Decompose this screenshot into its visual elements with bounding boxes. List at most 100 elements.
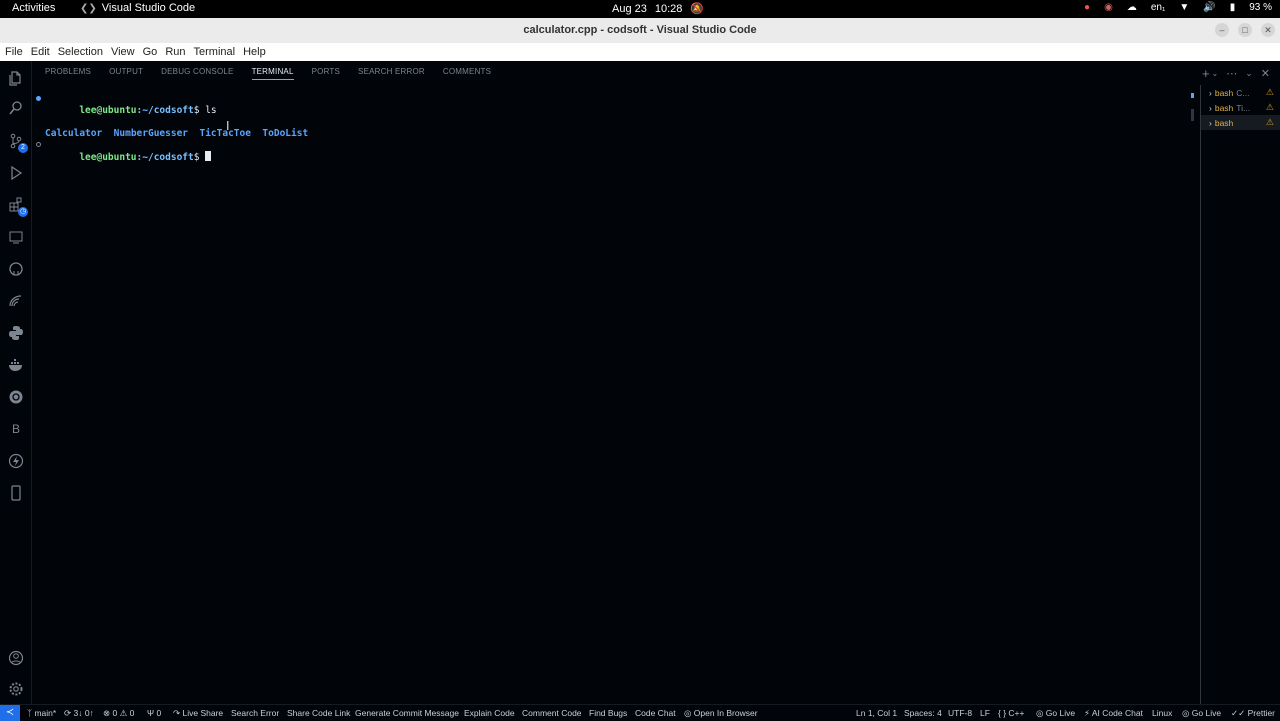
menu-edit[interactable]: Edit xyxy=(31,46,50,58)
terminal-list-item[interactable]: › bash C... ⚠ xyxy=(1201,85,1280,100)
dir-entry: NumberGuesser xyxy=(113,127,189,139)
indentation[interactable]: Spaces: 4 xyxy=(904,708,942,718)
problems-indicator[interactable]: ⊗ 0 ⚠ 0 xyxy=(103,708,134,719)
menu-help[interactable]: Help xyxy=(243,46,266,58)
generate-commit-button[interactable]: Generate Commit Message xyxy=(355,708,459,718)
terminal-list-item-active[interactable]: › bash ⚠ xyxy=(1201,115,1280,130)
menu-go[interactable]: Go xyxy=(143,46,158,58)
terminal-list-item[interactable]: › bash Ti... ⚠ xyxy=(1201,100,1280,115)
remote-explorer-icon[interactable] xyxy=(7,228,25,246)
activities-button[interactable]: Activities xyxy=(12,2,55,14)
terminal-dropdown-icon[interactable]: ⌄ xyxy=(1212,69,1219,78)
ai-code-chat-button[interactable]: ⚡ AI Code Chat xyxy=(1084,708,1143,719)
menu-run[interactable]: Run xyxy=(165,46,185,58)
docker-icon[interactable] xyxy=(7,356,25,374)
screen-record-icon[interactable]: ● xyxy=(1084,2,1090,13)
time: 10:28 xyxy=(654,2,683,15)
battery-icon[interactable]: ▮ xyxy=(1230,2,1236,13)
command-pending-icon[interactable] xyxy=(36,142,41,147)
b-extension-icon[interactable]: B xyxy=(7,420,25,438)
remote-indicator-icon[interactable]: ≺ xyxy=(0,705,20,721)
lightning-icon[interactable] xyxy=(7,452,25,470)
line-ending[interactable]: LF xyxy=(980,708,990,718)
live-share-button[interactable]: ↷ Live Share xyxy=(173,708,223,719)
tab-output[interactable]: OUTPUT xyxy=(109,67,143,80)
code-chat-button[interactable]: Code Chat xyxy=(635,708,676,718)
tab-comments[interactable]: COMMENTS xyxy=(443,67,491,80)
search-error-button[interactable]: Search Error xyxy=(231,708,279,718)
tab-debug-console[interactable]: DEBUG CONSOLE xyxy=(161,67,233,80)
go-live-button-2[interactable]: ◎ Go Live xyxy=(1182,708,1221,719)
terminal-icon: › xyxy=(1209,87,1212,98)
system-tray[interactable]: ● ◉ ☁ en₁ ▼ 🔊 ▮ 93 % xyxy=(1084,2,1272,13)
source-control-icon[interactable]: 2 xyxy=(7,132,28,153)
menu-terminal[interactable]: Terminal xyxy=(194,46,236,58)
tab-problems[interactable]: PROBLEMS xyxy=(45,67,91,80)
os-indicator[interactable]: Linux xyxy=(1152,708,1172,718)
account-icon[interactable] xyxy=(7,649,25,667)
scm-badge: 2 xyxy=(18,143,28,153)
search-icon[interactable] xyxy=(7,99,25,117)
github-icon[interactable] xyxy=(7,260,25,278)
find-bugs-button[interactable]: Find Bugs xyxy=(589,708,627,718)
maximize-panel-icon[interactable]: ⌄ xyxy=(1245,68,1253,79)
menu-bar: File Edit Selection View Go Run Terminal… xyxy=(0,43,1280,61)
prompt-suffix: $ xyxy=(193,104,206,116)
open-in-browser-button[interactable]: ◎ Open In Browser xyxy=(684,708,758,719)
share-code-link-button[interactable]: Share Code Link xyxy=(287,708,350,718)
tab-terminal[interactable]: TERMINAL xyxy=(251,67,294,80)
tab-search-error[interactable]: SEARCH ERROR xyxy=(358,67,425,80)
menu-selection[interactable]: Selection xyxy=(58,46,103,58)
prettier-button[interactable]: ✓✓ Prettier xyxy=(1231,708,1275,719)
scroll-marker xyxy=(1191,93,1194,98)
language-mode[interactable]: { } C++ xyxy=(998,708,1024,718)
discord-icon[interactable]: ◉ xyxy=(1104,2,1113,13)
command-text: ls xyxy=(205,104,217,116)
terminal-list: › bash C... ⚠ › bash Ti... ⚠ › bash ⚠ xyxy=(1200,85,1280,704)
comment-code-button[interactable]: Comment Code xyxy=(522,708,582,718)
prompt-path: :~/codsoft xyxy=(136,151,194,163)
go-live-label: Go Live xyxy=(1191,708,1222,718)
terminal-output[interactable]: lee@ubuntu:~/codsoft$ ls Calculator Numb… xyxy=(36,93,1186,175)
terminal-line: lee@ubuntu:~/codsoft$ ls xyxy=(36,93,1186,128)
command-success-icon[interactable] xyxy=(36,96,41,101)
extensions-icon[interactable]: ◷ xyxy=(7,196,28,217)
branch-indicator[interactable]: ᛉ main* xyxy=(27,708,56,718)
run-debug-icon[interactable] xyxy=(7,164,25,182)
clock[interactable]: Aug 23 10:28 🔕 xyxy=(612,2,704,16)
mobile-device-icon[interactable] xyxy=(7,484,25,502)
close-panel-icon[interactable]: ✕ xyxy=(1261,67,1270,80)
scrollbar-thumb[interactable] xyxy=(1191,109,1194,121)
maximize-button[interactable]: □ xyxy=(1238,23,1252,37)
explorer-icon[interactable] xyxy=(7,69,25,87)
error-count: 0 xyxy=(112,708,118,718)
menu-file[interactable]: File xyxy=(5,46,23,58)
cloud-icon[interactable]: ☁ xyxy=(1127,2,1137,13)
ai-code-chat-label: AI Code Chat xyxy=(1091,708,1143,718)
cursor-position[interactable]: Ln 1, Col 1 xyxy=(856,708,897,718)
sync-indicator[interactable]: ⟳ 3↓ 0↑ xyxy=(64,708,94,719)
language-indicator[interactable]: en₁ xyxy=(1151,2,1166,13)
minimize-button[interactable]: – xyxy=(1215,23,1229,37)
new-terminal-icon[interactable]: + xyxy=(1202,66,1210,81)
encoding[interactable]: UTF-8 xyxy=(948,708,972,718)
panel-tabs: PROBLEMS OUTPUT DEBUG CONSOLE TERMINAL P… xyxy=(45,67,491,80)
settings-gear-icon[interactable] xyxy=(7,680,25,698)
app-menu[interactable]: ❮❯ Visual Studio Code xyxy=(80,2,195,14)
volume-icon[interactable]: 🔊 xyxy=(1203,2,1215,13)
window-title-bar: calculator.cpp - codsoft - Visual Studio… xyxy=(0,18,1280,43)
remote-tunnel-icon[interactable] xyxy=(7,292,25,310)
tab-ports[interactable]: PORTS xyxy=(312,67,340,80)
menu-view[interactable]: View xyxy=(111,46,135,58)
explain-code-button[interactable]: Explain Code xyxy=(464,708,515,718)
prettier-label: Prettier xyxy=(1247,708,1276,718)
go-live-button[interactable]: ◎ Go Live xyxy=(1036,708,1075,719)
close-button[interactable]: ✕ xyxy=(1261,23,1275,37)
os-top-bar: Activities ❮❯ Visual Studio Code Aug 23 … xyxy=(0,0,1280,18)
kubernetes-icon[interactable] xyxy=(7,388,25,406)
open-in-browser-label: Open In Browser xyxy=(693,708,758,718)
ports-indicator[interactable]: Ψ 0 xyxy=(147,708,161,718)
more-actions-icon[interactable]: ⋯ xyxy=(1226,67,1237,80)
python-icon[interactable] xyxy=(7,324,25,342)
network-icon[interactable]: ▼ xyxy=(1179,2,1189,13)
